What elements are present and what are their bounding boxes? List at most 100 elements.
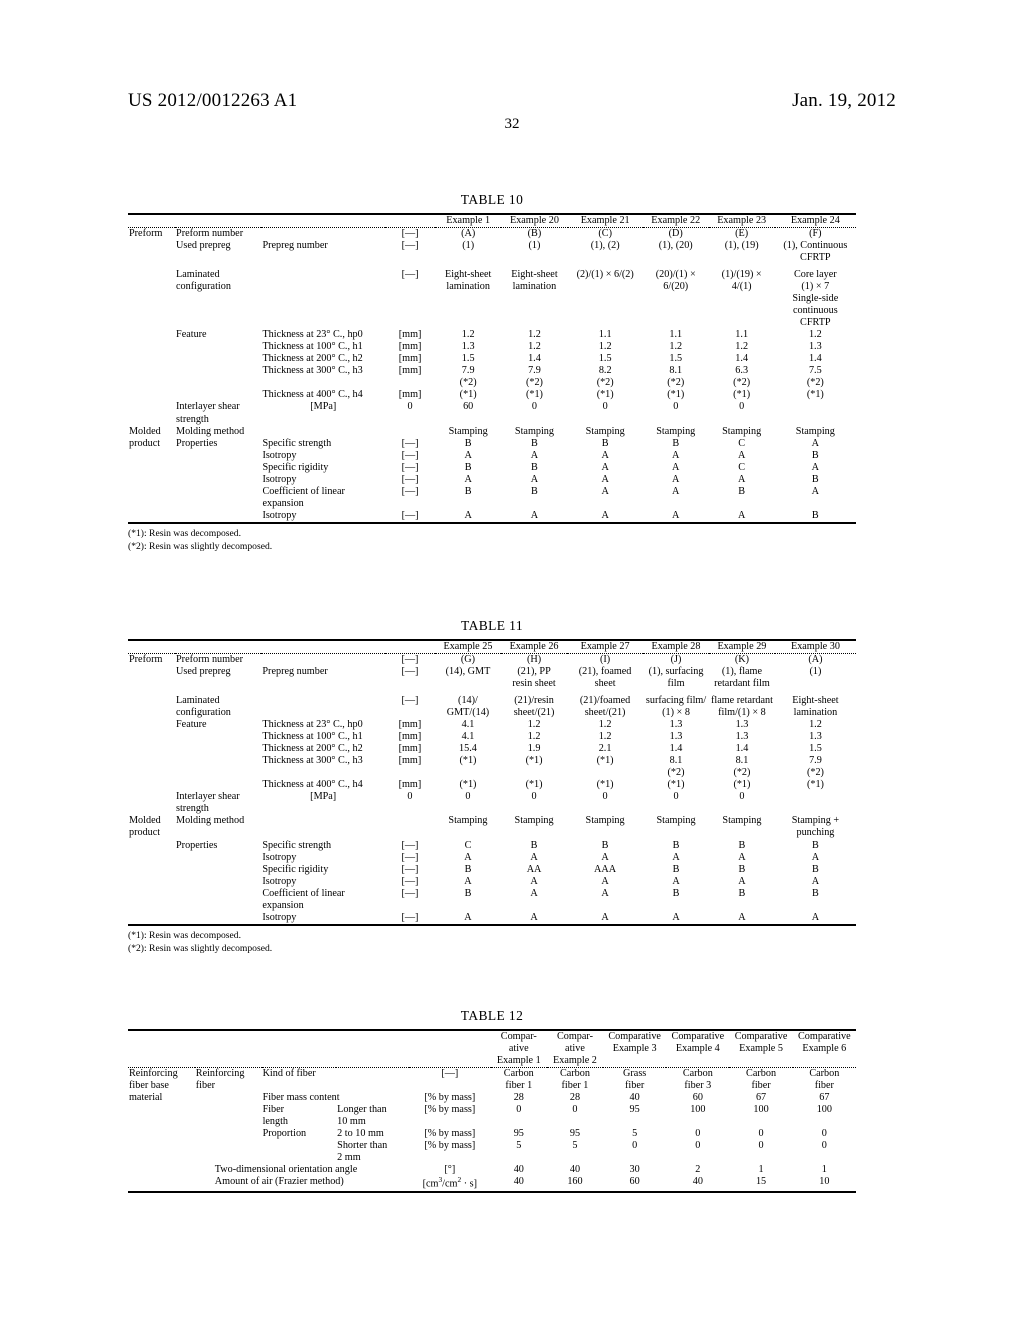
cell-value: A xyxy=(601,509,609,521)
row-unit: [mm] xyxy=(398,719,422,731)
column-header-6: Comparative Example 6 xyxy=(792,1029,856,1068)
row-label-secondary: Thickness at 300° C., h3 xyxy=(262,755,363,767)
column-header-5: Example 23 xyxy=(708,213,775,228)
table-row: Thickness at 400° C., h4 [mm] (*1) (*1) (*1)… xyxy=(128,779,856,791)
cell-value: (F) xyxy=(774,227,856,241)
row-group-label: Molded product xyxy=(129,425,161,449)
cell-value: Stamping xyxy=(448,425,488,437)
table-row: Thickness at 200° C., h2 [mm] 1.5 1.4 1.5 1.5… xyxy=(128,353,856,365)
row-label-secondary: Thickness at 300° C., h3 xyxy=(262,365,363,377)
cell-value: Stamping xyxy=(795,425,835,437)
cell-value: 95 xyxy=(513,1128,524,1140)
column-header-4: Example 22 xyxy=(642,213,709,228)
cell-value: 0 xyxy=(602,791,608,803)
cell-value: (1), Continuous CFRTP xyxy=(783,240,848,264)
table-row: Molded product Molding method Stamping Stam… xyxy=(128,425,856,449)
row-label-primary: Preform number xyxy=(175,653,385,667)
cell-value: A xyxy=(601,485,609,497)
table-row: Thickness at 100° C., h1 [mm] 1.3 1.2 1.2 1.2… xyxy=(128,341,856,353)
row-label-primary xyxy=(175,779,261,791)
row-label-secondary: Coefficient of linear expansion xyxy=(262,485,345,509)
cell-value: Eight-sheet lamination xyxy=(511,269,558,293)
table-row: Amount of air (Frazier method) [cm3/cm2 ·… xyxy=(128,1176,856,1190)
table-10-bottom-rule xyxy=(128,521,856,524)
cell-value: Eight-sheet lamination xyxy=(792,695,839,719)
cell-value: 0 xyxy=(572,1104,578,1116)
cell-value: 1.2 xyxy=(598,731,612,743)
cell-value: A xyxy=(811,485,819,497)
cell-value: Carbon fiber 3 xyxy=(666,1067,730,1093)
cell-value: C xyxy=(464,839,472,851)
cell-value: Grass fiber xyxy=(603,1067,667,1093)
cell-value: (*1) xyxy=(525,755,543,767)
row-unit: [—] xyxy=(401,863,419,875)
cell-value: (*1) xyxy=(806,389,824,401)
cell-value: 1 xyxy=(758,1164,764,1176)
column-header-6: Example 24 xyxy=(774,213,856,228)
column-header-1: Example 25 xyxy=(434,639,502,654)
cell-value: A xyxy=(601,911,609,923)
row-unit: [—] xyxy=(401,240,419,252)
row-label-primary: Molding method xyxy=(176,425,245,437)
row-label-secondary: Isotropy xyxy=(262,875,297,887)
table-12: Compar- ative Example 1 Compar- ative Exa… xyxy=(128,1029,856,1191)
cell-value: B xyxy=(601,437,609,449)
cell-value: (1) xyxy=(528,240,541,252)
table-11: Example 25 Example 26 Example 27 Example 28… xyxy=(128,639,856,924)
cell-value: (1) xyxy=(809,666,822,678)
row-group-label: Reinforcing fiber base material xyxy=(128,1067,195,1191)
row-group-label: Preform xyxy=(128,653,176,792)
row-label-secondary: Isotropy xyxy=(262,473,297,485)
table-row: Isotropy [—] A A A A A A xyxy=(128,852,856,864)
cell-value: 6.3 (*2) xyxy=(733,365,751,389)
cell-value: 1.9 xyxy=(527,743,541,755)
cell-value: A xyxy=(530,851,538,863)
row-label-secondary: Specific strength xyxy=(262,437,332,449)
cell-value: 0 xyxy=(673,401,679,413)
cell-value: 100 xyxy=(753,1104,769,1116)
row-unit xyxy=(385,815,435,839)
row-label-secondary: Thickness at 100° C., h1 xyxy=(262,341,363,353)
row-label-primary: Kind of fiber xyxy=(261,1067,409,1093)
cell-value: C xyxy=(738,461,746,473)
column-header-6: Example 30 xyxy=(774,639,856,654)
cell-value: A xyxy=(737,473,746,485)
row-unit: [% by mass] xyxy=(424,1128,476,1140)
cell-value: 1.4 xyxy=(735,353,749,365)
row-label-secondary: Prepreg number xyxy=(262,666,328,678)
cell-value: Stamping xyxy=(722,425,762,437)
cell-value: 1.2 xyxy=(735,341,749,353)
cell-value: 40 xyxy=(513,1176,524,1188)
row-unit: [MPa] xyxy=(310,791,337,803)
row-unit: [—] xyxy=(401,485,419,497)
cell-value: 15.4 xyxy=(459,743,477,755)
cell-value: B xyxy=(738,887,746,899)
cell-value: 0 xyxy=(758,1140,764,1152)
row-label-primary xyxy=(175,474,261,486)
cell-value: 15 xyxy=(755,1176,767,1188)
row-label-primary xyxy=(175,341,261,353)
table-row: Isotropy [—] A A A A A A xyxy=(128,912,856,924)
cell-value: B xyxy=(464,437,472,449)
row-unit: [% by mass] xyxy=(424,1104,476,1116)
table-row: Interlayer shear strength [MPa] 0 0 0 0 0 0 xyxy=(128,791,856,815)
cell-value: (*1) xyxy=(667,779,685,791)
header-spacer xyxy=(128,1029,491,1068)
cell-value: AA xyxy=(526,863,542,875)
cell-value: 40 xyxy=(569,1164,581,1176)
cell-value: Stamping xyxy=(585,815,625,827)
table-10-block: TABLE 10 Example 1 Example 20 Example 21 Ex… xyxy=(128,192,856,553)
cell-value: B xyxy=(464,461,472,473)
row-unit: [—] xyxy=(385,227,436,241)
cell-value: 1.4 xyxy=(735,743,749,755)
cell-value: A xyxy=(672,449,680,461)
cell-value: 95 xyxy=(629,1104,640,1116)
row-label-primary xyxy=(175,389,261,401)
cell-value: 0 xyxy=(516,1104,522,1116)
column-header-4: Comparative Example 4 xyxy=(666,1029,730,1068)
cell-value: 0 xyxy=(632,1140,638,1152)
cell-value: A xyxy=(672,509,680,521)
row-label-primary xyxy=(175,731,261,743)
cell-value: 40 xyxy=(513,1164,524,1176)
row-label-secondary: Coefficient of linear expansion xyxy=(262,887,345,911)
